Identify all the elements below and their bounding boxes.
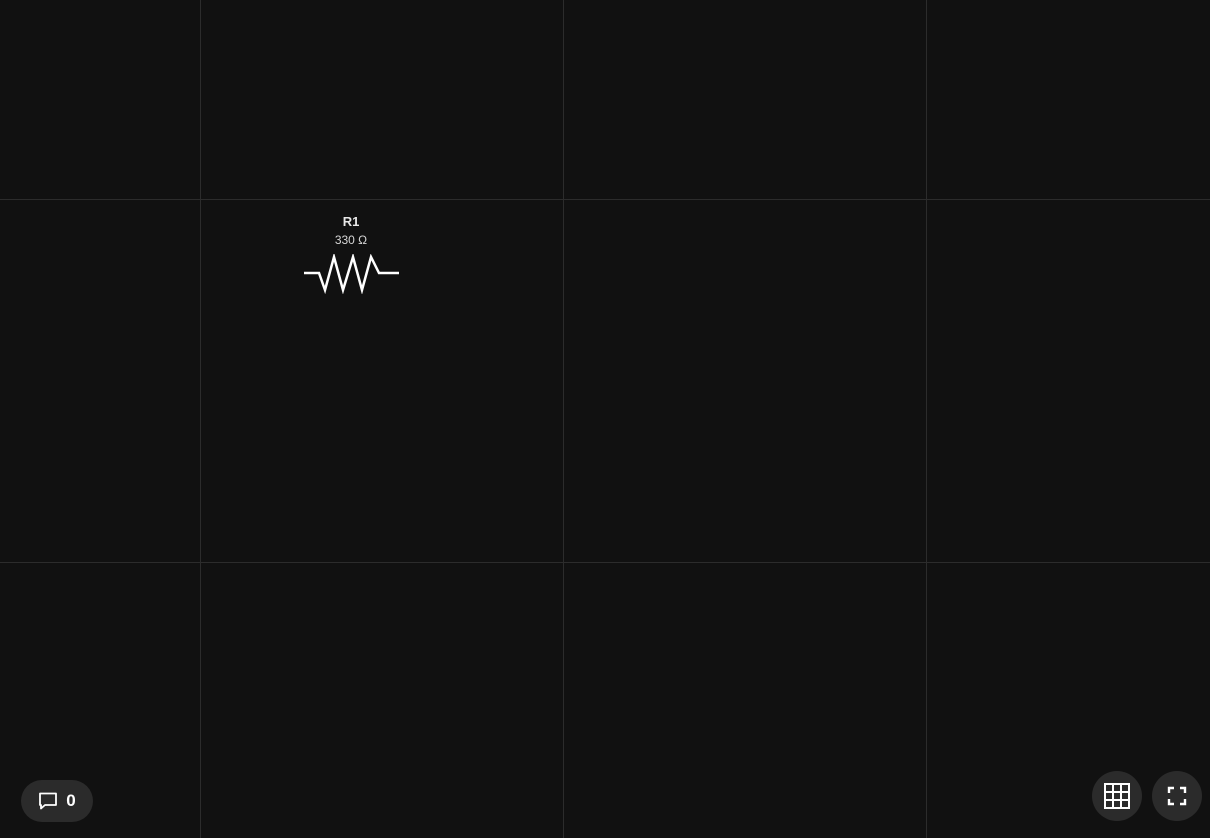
- grid-toggle-button[interactable]: [1092, 771, 1142, 821]
- fullscreen-icon: [1167, 786, 1187, 806]
- grid-line: [563, 0, 564, 838]
- schematic-canvas[interactable]: R1 330 Ω: [0, 0, 1210, 838]
- grid-line: [200, 0, 201, 838]
- fullscreen-button[interactable]: [1152, 771, 1202, 821]
- comments-count: 0: [66, 791, 76, 810]
- component-value: 330 Ω: [334, 233, 368, 247]
- comment-icon: [39, 792, 58, 810]
- grid-line: [926, 0, 927, 838]
- resistor-component[interactable]: R1 330 Ω: [303, 212, 401, 296]
- comments-button[interactable]: 0: [21, 780, 93, 822]
- grid-line: [0, 562, 1210, 563]
- grid-line: [0, 199, 1210, 200]
- grid-icon: [1104, 783, 1130, 809]
- component-reference: R1: [342, 214, 360, 229]
- resistor-symbol-icon: [304, 254, 399, 294]
